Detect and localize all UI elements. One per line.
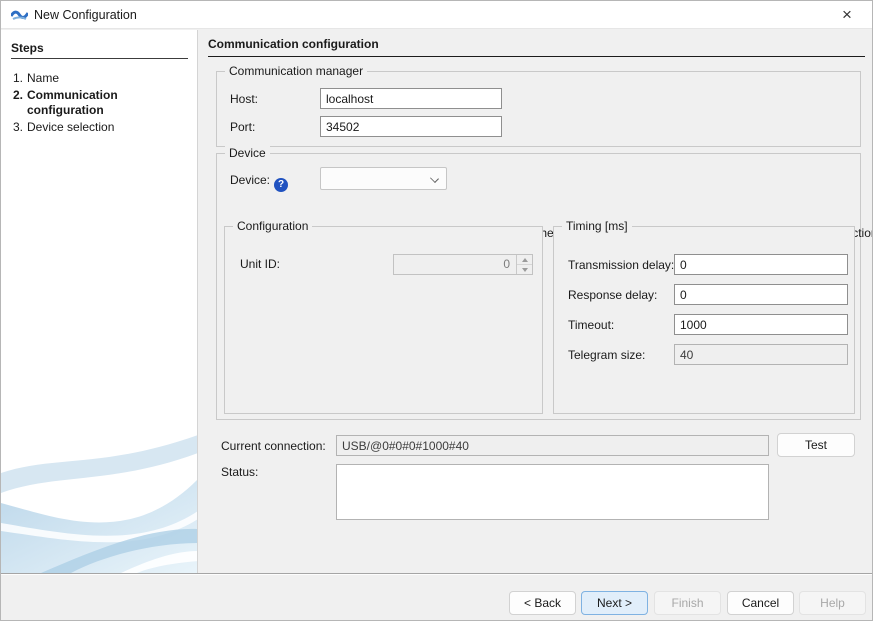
steps-sidebar: Steps 1. Name 2. Communication configura… [1, 30, 198, 573]
timeout-input[interactable] [674, 314, 848, 335]
step-number: 2. [1, 88, 27, 118]
port-input[interactable] [320, 116, 502, 137]
app-icon [11, 8, 28, 22]
spinner-up-icon [517, 255, 532, 264]
footer-button-bar: < Back Next > Finish Cancel Help [1, 573, 873, 621]
device-select[interactable] [320, 167, 447, 190]
step-label: Communication configuration [27, 88, 198, 118]
new-configuration-dialog: New Configuration × Steps 1. Name 2. Com… [0, 0, 873, 621]
unit-id-label: Unit ID: [240, 257, 280, 271]
timing-group: Timing [ms] Transmission delay: Response… [553, 226, 855, 414]
steps-list: 1. Name 2. Communication configuration 3… [1, 70, 198, 136]
back-button[interactable]: < Back [509, 591, 576, 615]
spinner-buttons [516, 255, 532, 274]
step-item-device-selection: 3. Device selection [1, 119, 198, 136]
next-button[interactable]: Next > [581, 591, 648, 615]
current-connection-label: Current connection: [221, 439, 326, 453]
status-textarea[interactable] [336, 464, 769, 520]
spinner-down-icon [517, 264, 532, 274]
port-label: Port: [230, 120, 255, 134]
group-legend: Timing [ms] [562, 219, 632, 233]
step-number: 3. [1, 120, 27, 135]
main-panel: Communication configuration Communicatio… [199, 29, 873, 573]
telegram-size-label: Telegram size: [568, 348, 645, 362]
decorative-swoosh-graphic [1, 431, 198, 573]
window-title: New Configuration [34, 8, 137, 22]
group-legend: Configuration [233, 219, 312, 233]
step-label: Name [27, 71, 67, 86]
unit-id-stepper: 0 [393, 254, 533, 275]
transmission-delay-label: Transmission delay: [568, 258, 674, 272]
response-delay-input[interactable] [674, 284, 848, 305]
step-label: Device selection [27, 120, 122, 135]
close-icon[interactable]: × [830, 2, 864, 28]
timeout-label: Timeout: [568, 318, 614, 332]
step-item-communication-configuration: 2. Communication configuration [1, 87, 198, 119]
telegram-size-input [674, 344, 848, 365]
communication-manager-group: Communication manager Host: Port: [216, 71, 861, 147]
steps-heading-rule [11, 58, 188, 59]
chevron-down-icon [430, 174, 439, 183]
current-connection-field [336, 435, 769, 456]
steps-heading: Steps [11, 41, 44, 55]
device-label: Device:? [230, 173, 288, 192]
cancel-button[interactable]: Cancel [727, 591, 794, 615]
transmission-delay-input[interactable] [674, 254, 848, 275]
help-icon[interactable]: ? [274, 178, 288, 192]
host-label: Host: [230, 92, 258, 106]
page-title: Communication configuration [208, 37, 379, 51]
step-item-name: 1. Name [1, 70, 198, 87]
group-legend: Communication manager [225, 64, 367, 78]
unit-id-value: 0 [394, 255, 516, 274]
group-legend: Device [225, 146, 270, 160]
device-group: Device Device:? Physical layer: USB Seri… [216, 153, 861, 420]
title-bar: New Configuration × [1, 1, 872, 29]
test-button[interactable]: Test [777, 433, 855, 457]
status-label: Status: [221, 465, 258, 479]
help-button: Help [799, 591, 866, 615]
response-delay-label: Response delay: [568, 288, 657, 302]
page-title-rule [208, 56, 865, 57]
step-number: 1. [1, 71, 27, 86]
host-input[interactable] [320, 88, 502, 109]
configuration-group: Configuration Unit ID: 0 [224, 226, 543, 414]
finish-button: Finish [654, 591, 721, 615]
